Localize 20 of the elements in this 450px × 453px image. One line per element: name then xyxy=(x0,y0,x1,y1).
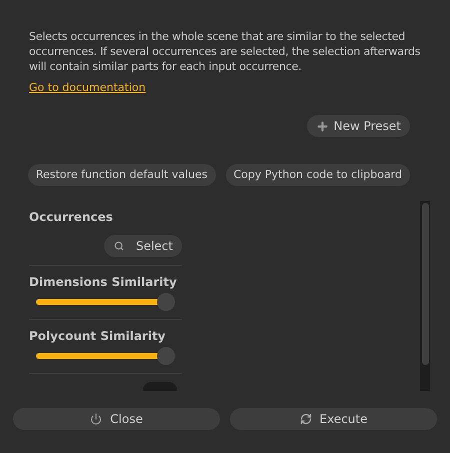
slider-track[interactable] xyxy=(36,293,175,311)
new-preset-button[interactable]: New Preset xyxy=(306,115,410,137)
close-button[interactable]: Close xyxy=(13,408,220,430)
parameter-label: Polycount Similarity xyxy=(29,328,167,344)
slider-handle[interactable] xyxy=(157,347,175,365)
select-button[interactable]: Select xyxy=(104,235,182,257)
action-button[interactable]: Copy Python code to clipboard xyxy=(226,164,410,186)
documentation-link[interactable]: Go to documentation xyxy=(29,80,146,95)
power-icon xyxy=(90,413,102,425)
search-icon xyxy=(114,241,124,251)
description-text: Selects occurrences in the whole scene that are similar to the selected occurrences. If several occurrences are selected, the selection afterwards will contain similar parts for each input occurrence. xyxy=(29,29,422,74)
scrollbar[interactable] xyxy=(420,201,430,391)
slider-track[interactable] xyxy=(36,347,175,365)
execute-button[interactable]: Execute xyxy=(230,408,437,430)
plus-icon xyxy=(316,120,329,132)
action-button[interactable]: Restore function default values xyxy=(28,164,216,186)
parameter-label: Occurrences xyxy=(29,209,114,225)
slider-handle[interactable] xyxy=(157,293,175,311)
refresh-icon xyxy=(300,413,312,425)
parameter-label: Dimensions Similarity xyxy=(29,274,178,290)
